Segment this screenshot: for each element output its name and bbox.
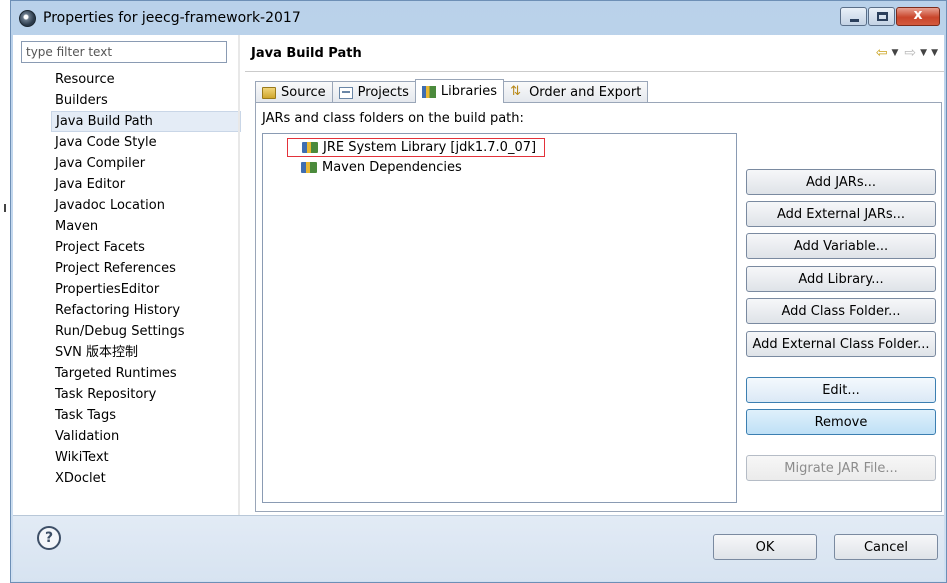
libraries-panel-label: JARs and class folders on the build path… [262, 111, 524, 126]
library-icon [302, 142, 318, 153]
tab-projects-label: Projects [357, 85, 409, 100]
nav-item-svn[interactable]: SVN 版本控制 [51, 342, 241, 363]
add-variable-button[interactable]: Add Variable... [746, 233, 936, 259]
pane-splitter[interactable] [238, 35, 240, 515]
help-icon[interactable]: ? [37, 526, 61, 550]
nav-item-task-repository[interactable]: Task Repository [51, 384, 241, 405]
library-icon [301, 162, 317, 173]
nav-item-refactoring-history[interactable]: Refactoring History [51, 300, 241, 321]
header-divider [245, 71, 944, 72]
add-class-folder-button[interactable]: Add Class Folder... [746, 298, 936, 324]
minimize-button[interactable] [840, 7, 867, 26]
tab-projects[interactable]: Projects [331, 81, 416, 103]
nav-item-java-compiler[interactable]: Java Compiler [51, 153, 241, 174]
close-icon: x [913, 7, 923, 23]
nav-item-java-build-path[interactable]: Java Build Path [51, 111, 241, 132]
nav-item-builders[interactable]: Builders [51, 90, 241, 111]
property-page-tree: Resource Builders Java Build Path Java C… [51, 69, 241, 489]
back-arrow-icon[interactable]: ⇦ [876, 46, 888, 60]
nav-item-run-debug-settings[interactable]: Run/Debug Settings [51, 321, 241, 342]
add-external-jars-button[interactable]: Add External JARs... [746, 201, 936, 227]
maximize-button[interactable] [868, 7, 895, 26]
build-path-entries-list[interactable]: JRE System Library [jdk1.7.0_07] Maven D… [262, 133, 737, 503]
forward-dropdown-icon[interactable]: ▼ [920, 48, 927, 58]
add-library-button[interactable]: Add Library... [746, 266, 936, 292]
nav-item-java-code-style[interactable]: Java Code Style [51, 132, 241, 153]
properties-window: Properties for jeecg-framework-2017 x Re… [10, 0, 947, 583]
nav-item-wikitext[interactable]: WikiText [51, 447, 241, 468]
nav-item-validation[interactable]: Validation [51, 426, 241, 447]
tab-libraries-label: Libraries [440, 84, 498, 99]
source-folder-icon [262, 86, 276, 99]
ok-button[interactable]: OK [713, 534, 817, 560]
view-menu-icon[interactable]: ▼ [931, 48, 938, 58]
cancel-button[interactable]: Cancel [834, 534, 938, 560]
filter-input[interactable] [21, 41, 227, 63]
list-item-maven-dependencies[interactable]: Maven Dependencies [301, 158, 462, 177]
projects-icon [338, 86, 353, 99]
nav-item-properties-editor[interactable]: PropertiesEditor [51, 279, 241, 300]
left-edge [0, 0, 10, 583]
nav-item-xdoclet[interactable]: XDoclet [51, 468, 241, 489]
tab-source-label: Source [281, 85, 326, 100]
tab-order-and-export[interactable]: Order and Export [503, 81, 649, 103]
window-controls: x [839, 7, 940, 26]
migrate-jar-button: Migrate JAR File... [746, 455, 936, 481]
back-dropdown-icon[interactable]: ▼ [892, 48, 899, 58]
edit-button[interactable]: Edit... [746, 377, 936, 403]
edge-marker [4, 204, 6, 212]
forward-arrow-icon[interactable]: ⇨ [904, 46, 916, 60]
add-external-class-folder-button[interactable]: Add External Class Folder... [746, 331, 936, 357]
history-nav: ⇦ ▼ ⇨ ▼ ▼ [870, 46, 938, 60]
tab-order-label: Order and Export [529, 85, 642, 100]
nav-item-project-references[interactable]: Project References [51, 258, 241, 279]
nav-item-task-tags[interactable]: Task Tags [51, 405, 241, 426]
remove-button[interactable]: Remove [746, 409, 936, 435]
page-header: Java Build Path ⇦ ▼ ⇨ ▼ ▼ [245, 35, 944, 71]
libraries-panel: JARs and class folders on the build path… [255, 102, 942, 512]
list-item-jre-system-library[interactable]: JRE System Library [jdk1.7.0_07] [287, 138, 546, 157]
nav-item-targeted-runtimes[interactable]: Targeted Runtimes [51, 363, 241, 384]
minimize-icon [850, 19, 859, 22]
title-bar: Properties for jeecg-framework-2017 x [11, 1, 946, 35]
dialog-client-area: Resource Builders Java Build Path Java C… [13, 35, 944, 515]
eclipse-app-icon [19, 10, 36, 27]
close-window-button[interactable]: x [896, 7, 940, 26]
window-title: Properties for jeecg-framework-2017 [43, 10, 301, 26]
nav-item-java-editor[interactable]: Java Editor [51, 174, 241, 195]
library-icon [421, 85, 436, 98]
page-title: Java Build Path [251, 46, 362, 61]
nav-item-project-facets[interactable]: Project Facets [51, 237, 241, 258]
nav-item-resource[interactable]: Resource [51, 69, 241, 90]
dialog-footer: ? OK Cancel [13, 515, 944, 581]
entry-label: JRE System Library [jdk1.7.0_07] [323, 140, 537, 155]
maximize-icon [877, 12, 888, 21]
build-path-tabs: Source Projects Libraries Order and Expo… [255, 79, 649, 103]
tab-libraries[interactable]: Libraries [414, 79, 505, 103]
entry-label: Maven Dependencies [322, 160, 462, 175]
order-export-icon [510, 84, 524, 99]
tab-source[interactable]: Source [255, 81, 333, 103]
nav-item-maven[interactable]: Maven [51, 216, 241, 237]
nav-item-javadoc-location[interactable]: Javadoc Location [51, 195, 241, 216]
add-jars-button[interactable]: Add JARs... [746, 169, 936, 195]
